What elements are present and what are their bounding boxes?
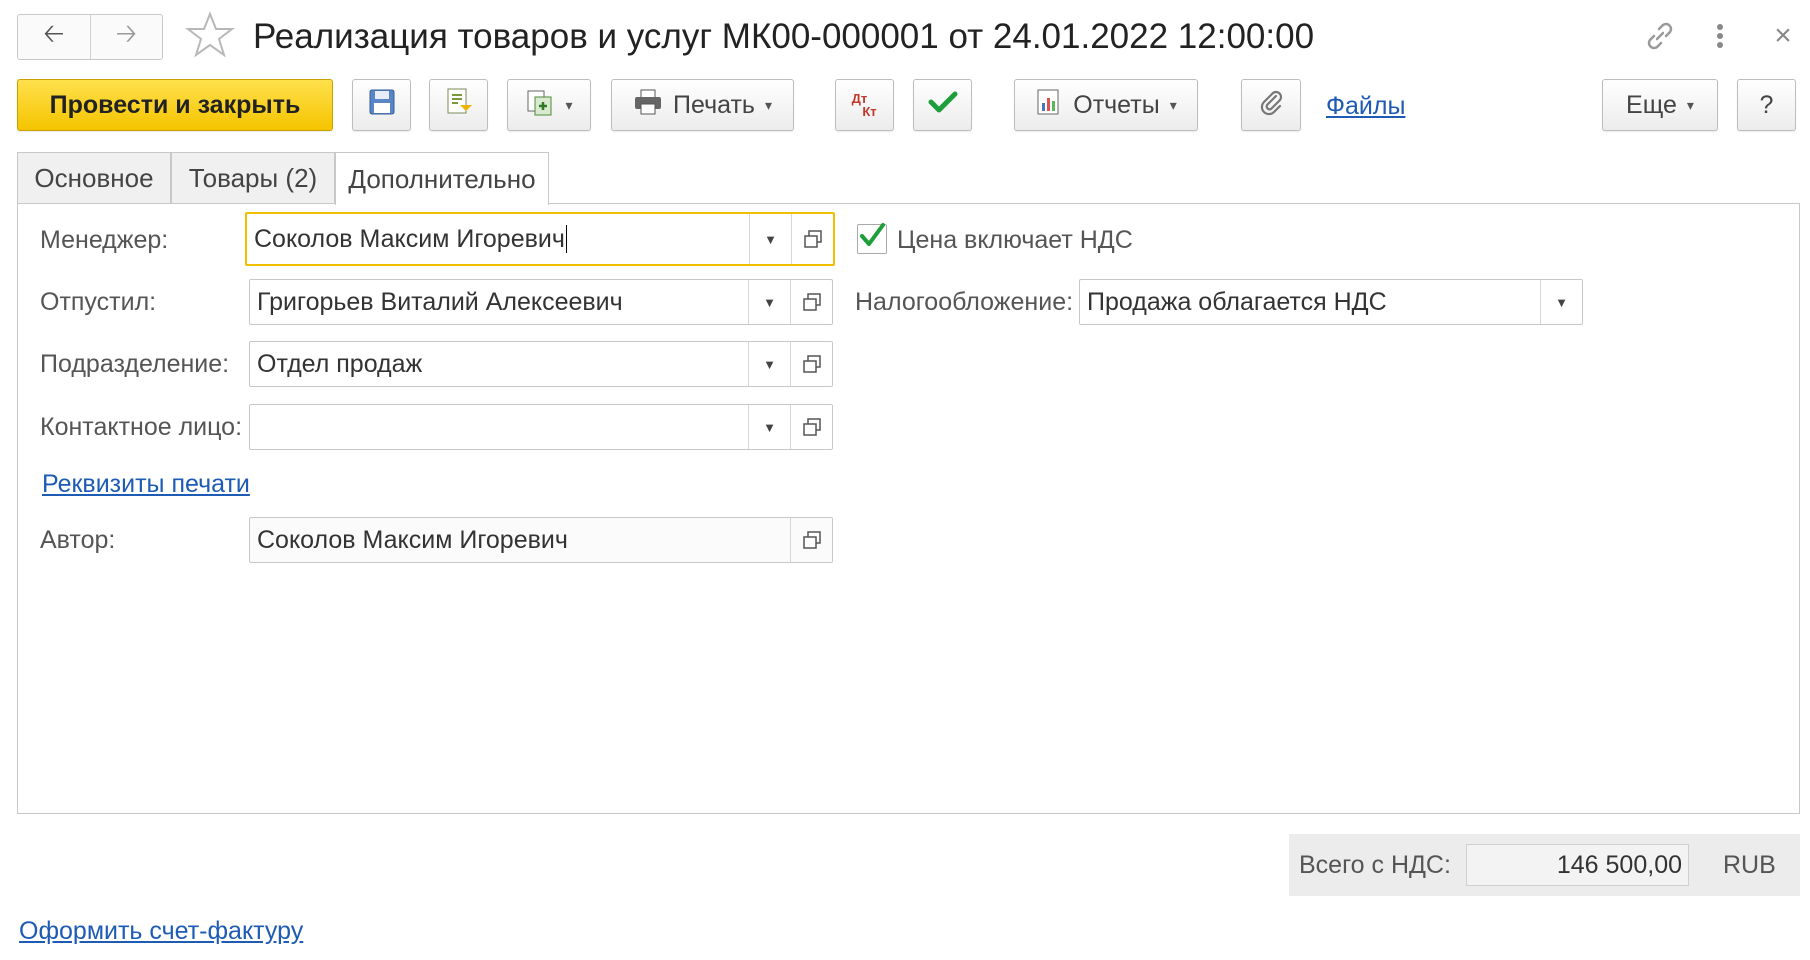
- chevron-down-icon: ▾: [565, 96, 573, 113]
- taxation-value[interactable]: Продажа облагается НДС: [1080, 280, 1540, 324]
- printer-icon: [633, 88, 663, 123]
- released-field[interactable]: Григорьев Виталий Алексеевич ▼: [249, 279, 833, 325]
- dropdown-arrow-icon[interactable]: ▼: [1540, 280, 1582, 324]
- close-icon[interactable]: ×: [1763, 16, 1803, 56]
- author-label: Автор:: [40, 526, 116, 554]
- checkmark-icon: [928, 89, 958, 122]
- taxation-label: Налогообложение:: [855, 288, 1074, 316]
- forward-arrow-icon[interactable]: 🡢: [89, 15, 163, 59]
- tab-additional[interactable]: Дополнительно: [335, 152, 549, 205]
- author-value: Соколов Максим Игоревич: [257, 525, 568, 554]
- reports-label: Отчеты: [1073, 90, 1160, 119]
- tab-goods[interactable]: Товары (2): [171, 152, 335, 204]
- open-icon[interactable]: [790, 518, 832, 562]
- print-button[interactable]: Печать ▾: [611, 79, 794, 131]
- dropdown-arrow-icon[interactable]: ▼: [748, 405, 790, 449]
- contact-person-label: Контактное лицо:: [40, 413, 243, 441]
- open-icon[interactable]: [790, 280, 832, 324]
- post-document-icon: [444, 87, 474, 124]
- reports-icon: [1035, 88, 1063, 123]
- vat-included-checkbox[interactable]: [857, 223, 887, 254]
- help-label: ?: [1759, 90, 1774, 119]
- manager-field[interactable]: Соколов Максим Игоревич ▼: [245, 212, 835, 266]
- dropdown-arrow-icon[interactable]: ▼: [749, 214, 791, 264]
- department-field[interactable]: Отдел продаж ▼: [249, 341, 833, 387]
- attach-files-button[interactable]: [1241, 79, 1301, 131]
- tab-main[interactable]: Основное: [17, 152, 171, 204]
- link-icon[interactable]: [1640, 16, 1680, 56]
- released-label: Отпустил:: [40, 288, 157, 316]
- author-field[interactable]: Соколов Максим Игоревич: [249, 517, 833, 563]
- department-value[interactable]: Отдел продаж: [250, 342, 748, 386]
- more-button[interactable]: Еще ▾: [1602, 79, 1718, 131]
- released-value[interactable]: Григорьев Виталий Алексеевич: [250, 280, 748, 324]
- total-label: Всего с НДС:: [1299, 851, 1451, 879]
- save-button[interactable]: [352, 79, 411, 131]
- create-based-on-icon: [525, 87, 555, 124]
- post-button[interactable]: [429, 79, 488, 131]
- contact-person-field[interactable]: ▼: [249, 404, 833, 450]
- vat-included-label[interactable]: Цена включает НДС: [897, 226, 1133, 254]
- currency-label: RUB: [1723, 851, 1776, 879]
- window-title: Реализация товаров и услуг МК00-000001 о…: [253, 17, 1315, 56]
- check-button[interactable]: [913, 79, 972, 131]
- manager-label: Менеджер:: [40, 226, 169, 254]
- dropdown-arrow-icon[interactable]: ▼: [748, 342, 790, 386]
- tab-main-label: Основное: [34, 163, 154, 193]
- dropdown-arrow-icon[interactable]: ▼: [748, 280, 790, 324]
- files-link[interactable]: Файлы: [1326, 92, 1405, 121]
- manager-value-wrap[interactable]: Соколов Максим Игоревич: [247, 214, 749, 264]
- print-label: Печать: [673, 90, 755, 119]
- open-icon[interactable]: [790, 405, 832, 449]
- checkmark-icon: [860, 223, 885, 246]
- print-details-link[interactable]: Реквизиты печати: [42, 470, 250, 499]
- reports-button[interactable]: Отчеты ▾: [1014, 79, 1198, 131]
- dt-kt-postings-button[interactable]: Дт Кт: [835, 79, 894, 131]
- favorite-star-icon[interactable]: [185, 10, 235, 60]
- tab-goods-label: Товары (2): [188, 163, 318, 193]
- contact-person-value[interactable]: [250, 405, 748, 449]
- paperclip-icon: [1258, 88, 1284, 123]
- total-value: 146 500,00: [1556, 850, 1682, 879]
- kt-label: Кт: [862, 104, 877, 119]
- create-invoice-link[interactable]: Оформить счет-фактуру: [19, 917, 303, 946]
- help-button[interactable]: ?: [1737, 79, 1796, 131]
- save-icon: [368, 88, 396, 123]
- create-based-on-button[interactable]: ▾: [507, 79, 591, 131]
- chevron-down-icon: ▾: [1686, 96, 1694, 113]
- total-value-field: 146 500,00: [1466, 844, 1689, 886]
- post-and-close-button[interactable]: Провести и закрыть: [17, 79, 333, 131]
- more-vertical-icon[interactable]: [1700, 16, 1740, 56]
- text-cursor: [565, 225, 567, 253]
- department-label: Подразделение:: [40, 350, 230, 378]
- post-and-close-label: Провести и закрыть: [49, 90, 301, 119]
- tab-additional-label: Дополнительно: [348, 163, 536, 194]
- chevron-down-icon: ▾: [764, 96, 772, 113]
- open-icon[interactable]: [791, 214, 833, 264]
- taxation-field[interactable]: Продажа облагается НДС ▼: [1079, 279, 1583, 325]
- more-label: Еще: [1626, 90, 1677, 119]
- manager-value: Соколов Максим Игоревич: [254, 224, 565, 253]
- history-nav: 🡠 🡢: [17, 14, 163, 60]
- chevron-down-icon: ▾: [1169, 96, 1177, 113]
- open-icon[interactable]: [790, 342, 832, 386]
- back-arrow-icon[interactable]: 🡠: [18, 15, 90, 59]
